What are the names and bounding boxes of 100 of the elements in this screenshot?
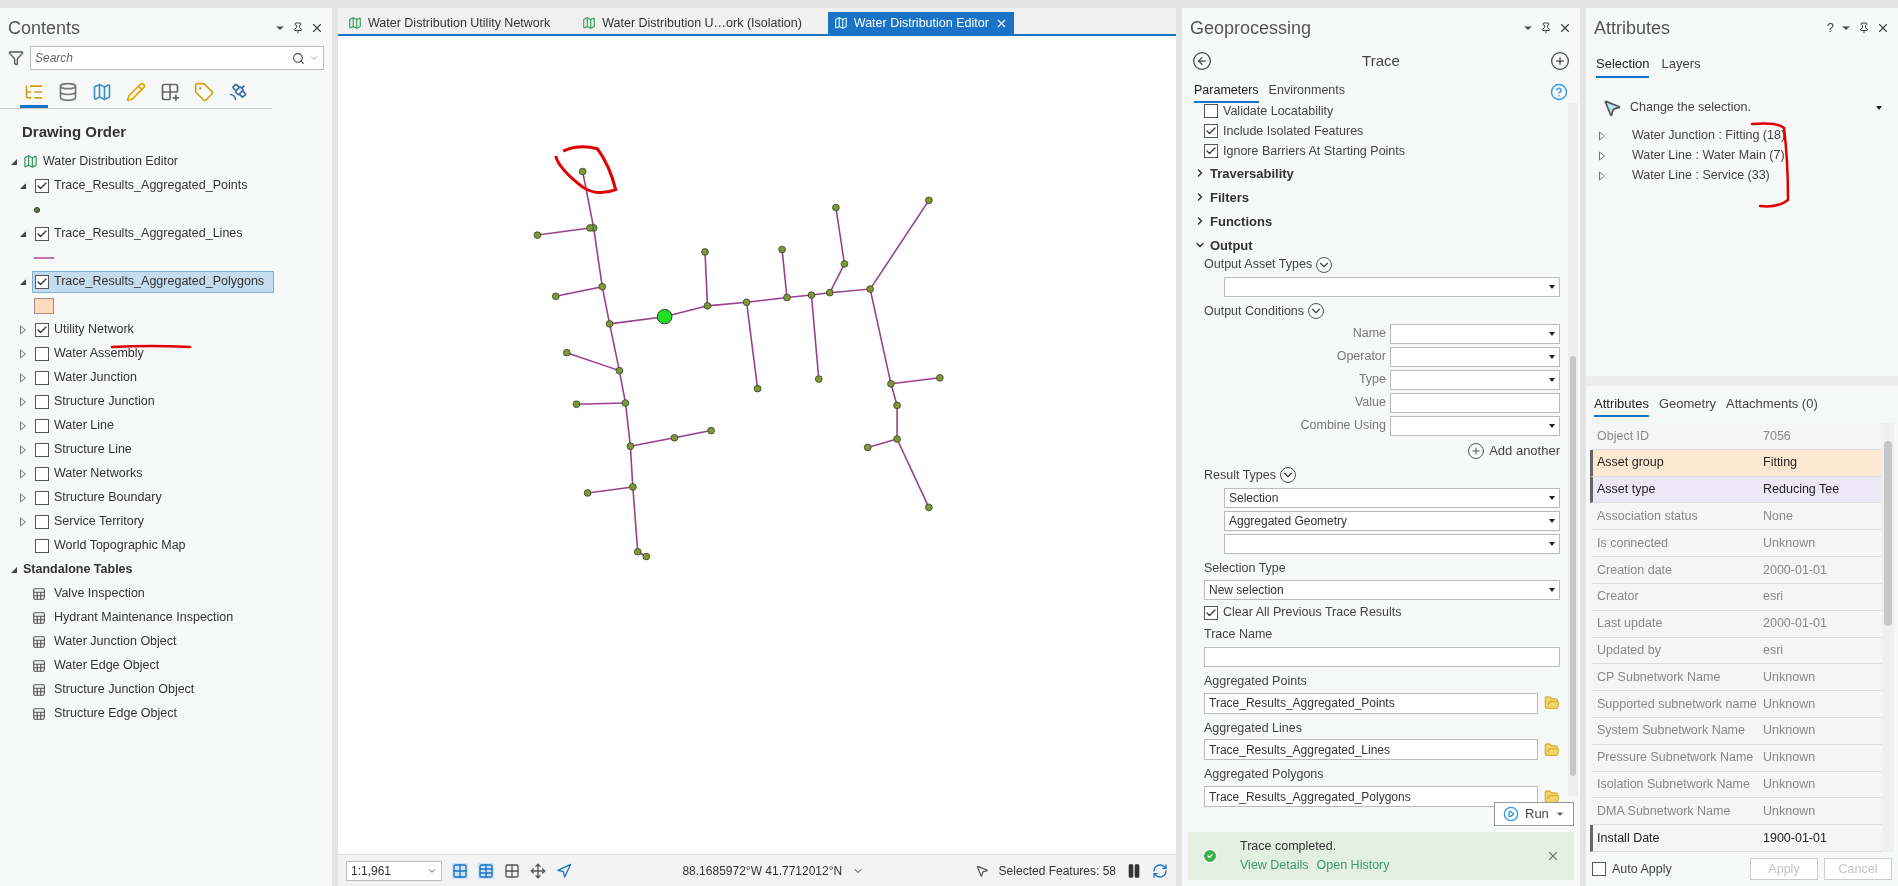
add-button[interactable] [1550,51,1570,72]
map-tab[interactable]: Water Distribution U…ork (Isolation) [576,12,808,34]
close-icon[interactable] [1558,21,1572,35]
section-header[interactable]: Functions [1194,211,1560,232]
move-icon[interactable] [530,862,546,879]
pause-icon[interactable] [1126,862,1142,879]
expanded-arrow-icon[interactable] [19,229,27,238]
checkbox[interactable] [35,178,49,193]
collapsed-arrow-icon[interactable] [19,324,27,335]
table-item[interactable]: Water Junction Object [54,632,177,651]
checkbox[interactable] [1204,144,1218,159]
dropdown[interactable]: New selection [1204,580,1560,601]
pin-icon[interactable] [1540,22,1552,34]
checkbox[interactable] [35,346,49,361]
layer-item[interactable]: Trace_Results_Aggregated_Polygons [32,270,274,293]
collapsed-arrow-icon[interactable] [19,468,27,479]
search-icon[interactable] [292,51,305,65]
collapsed-arrow-icon[interactable] [19,444,27,455]
dropdown[interactable]: Aggregated Geometry [1224,510,1560,531]
checkbox[interactable] [1204,104,1218,119]
layer-item[interactable]: Trace_Results_Aggregated_Lines [32,222,274,245]
map-tab[interactable]: Water Distribution Utility Network [342,12,557,34]
tab[interactable]: Environments [1268,80,1346,104]
section-header[interactable]: Filters [1194,187,1560,208]
tree-item[interactable]: Water Line : Service (33) [1632,166,1770,185]
expanded-arrow-icon[interactable] [19,181,27,190]
pin-icon[interactable] [292,22,304,34]
layer-item[interactable]: Structure Line [32,438,274,461]
run-button[interactable]: Run [1494,802,1574,826]
table-icon[interactable] [478,862,494,879]
checkbox[interactable] [1592,862,1606,876]
checkbox[interactable] [1204,124,1218,139]
folder-icon[interactable] [1544,788,1560,805]
checkbox[interactable] [35,274,49,289]
add-link[interactable]: Add another [1489,441,1560,461]
grid-icon[interactable] [504,862,520,879]
text-field[interactable] [1390,392,1560,413]
collapsed-arrow-icon[interactable] [19,420,27,431]
search-input[interactable]: Search [35,49,292,67]
table-item[interactable]: Structure Edge Object [54,704,177,723]
collapsed-arrow-icon[interactable] [19,396,27,407]
collapsed-arrow-icon[interactable] [19,492,27,503]
tree-item[interactable]: Water Junction : Fitting (18) [1632,126,1786,145]
layer-item[interactable]: Trace_Results_Aggregated_Points [32,174,274,197]
collapsed-arrow-icon[interactable] [19,516,27,527]
dropdown[interactable]: Selection [1224,487,1560,508]
checkbox[interactable] [35,322,49,337]
checkbox[interactable] [35,418,49,433]
search-field[interactable]: Search [30,46,324,70]
layer-item[interactable]: Water Junction [32,366,274,389]
layer-item[interactable]: Service Territory [32,510,274,533]
tab[interactable]: Attachments (0) [1726,393,1818,417]
checkbox[interactable] [35,442,49,457]
table-item[interactable]: Hydrant Maintenance Inspection [54,608,234,627]
layer-item[interactable]: Water Line [32,414,274,437]
filter-icon[interactable] [8,50,24,66]
tab[interactable]: Parameters [1194,80,1259,104]
table-item[interactable]: Structure Junction Object [54,680,195,699]
close-icon[interactable] [1876,21,1890,35]
attribute-row[interactable]: Asset group Fitting [1590,449,1882,477]
checkbox[interactable] [35,370,49,385]
scale-dropdown[interactable]: 1:1,961 [346,860,442,881]
expanded-arrow-icon[interactable] [19,277,27,286]
output-field[interactable]: Trace_Results_Aggregated_Points [1204,692,1538,714]
tab[interactable]: Attributes [1594,393,1649,417]
collapsed-arrow-icon[interactable] [19,372,27,383]
expanded-arrow-icon[interactable] [10,157,18,166]
checkbox[interactable] [35,226,49,241]
tab[interactable]: Layers [1661,54,1701,78]
checkbox[interactable] [35,466,49,481]
table-item[interactable]: Valve Inspection [54,584,145,603]
collapsed-arrow-icon[interactable] [19,348,27,359]
help-button[interactable]: ? [1826,18,1834,38]
help-icon[interactable] [1550,82,1568,101]
grid-icon[interactable] [452,862,468,879]
tree-item[interactable]: Water Distribution Editor [43,152,178,171]
scrollbar[interactable] [1568,103,1578,796]
expanded-arrow-icon[interactable] [10,565,18,574]
tree-item[interactable]: Water Line : Water Main (7) [1632,146,1785,165]
layer-item[interactable]: Water Assembly [32,342,274,365]
layer-item[interactable]: Water Networks [32,462,274,485]
attribute-row[interactable]: Asset type Reducing Tee [1590,476,1882,504]
output-field[interactable]: Trace_Results_Aggregated_Lines [1204,739,1538,761]
map-tab[interactable]: Water Distribution Editor [827,12,1014,34]
collapsed-arrow-icon[interactable] [1598,150,1606,161]
tree-group-label[interactable]: Standalone Tables [23,560,133,579]
refresh-icon[interactable] [1152,862,1168,879]
collapsed-arrow-icon[interactable] [1598,170,1606,181]
checkbox[interactable] [35,490,49,505]
attribute-row[interactable]: Install Date 1900-01-01 [1590,825,1882,852]
back-button[interactable] [1192,51,1212,72]
layer-item[interactable]: Utility Network [32,318,274,341]
pin-icon[interactable] [1858,22,1870,34]
checkbox[interactable] [35,538,49,553]
layer-item[interactable]: Structure Junction [32,390,274,413]
selection-icon[interactable] [974,863,989,878]
scrollbar[interactable] [1882,423,1894,852]
text-field[interactable] [1204,646,1560,667]
section-header[interactable]: Traversability [1194,163,1560,184]
tab[interactable]: Geometry [1658,393,1716,417]
